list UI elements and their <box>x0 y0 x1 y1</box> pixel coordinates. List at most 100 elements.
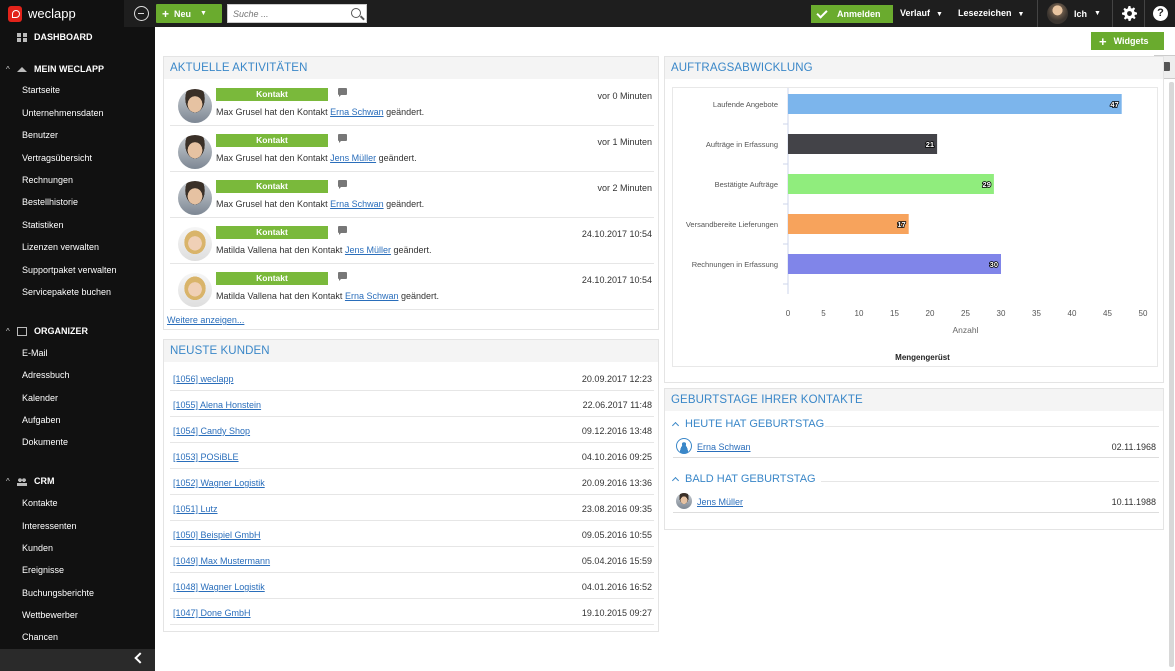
sidebar-collapse-bar[interactable] <box>0 649 155 671</box>
customer-link[interactable]: [1054] Candy Shop <box>173 426 250 436</box>
sidebar-section-title: MEIN WECLAPP <box>34 64 105 74</box>
chevron-left-icon[interactable] <box>134 652 146 664</box>
logo[interactable]: weclapp <box>0 0 124 27</box>
chevron-up-icon[interactable]: ^ <box>6 477 10 486</box>
activity-type-badge: Kontakt <box>216 134 328 147</box>
activity-type-badge: Kontakt <box>216 226 328 239</box>
sidebar-item-chancen[interactable]: Chancen <box>22 632 58 642</box>
birthday-contact-link[interactable]: Erna Schwan <box>697 442 751 452</box>
chevron-up-icon[interactable]: ^ <box>6 65 10 74</box>
sidebar-item-adressbuch[interactable]: Adressbuch <box>22 370 70 380</box>
birthday-date: 02.11.1968 <box>1111 442 1156 452</box>
customer-link[interactable]: [1053] POSiBLE <box>173 452 239 462</box>
avatar <box>676 438 692 454</box>
new-button[interactable]: + Neu ▼ <box>156 4 222 23</box>
customer-link[interactable]: [1052] Wagner Logistik <box>173 478 265 488</box>
contact-link[interactable]: Erna Schwan <box>330 199 384 209</box>
widgets-button[interactable]: + Widgets <box>1091 32 1164 50</box>
gear-icon[interactable] <box>1122 6 1137 21</box>
sidebar-item-email[interactable]: E-Mail <box>22 348 48 358</box>
customer-date: 22.06.2017 11:48 <box>582 400 652 410</box>
sidebar-item-ereignisse[interactable]: Ereignisse <box>22 565 64 575</box>
show-more-link[interactable]: Weitere anzeigen... <box>167 315 244 325</box>
birthdays-today-section[interactable]: HEUTE HAT GEBURTSTAG <box>671 418 824 430</box>
comment-icon[interactable] <box>338 134 347 143</box>
sidebar-item-wettbewerber[interactable]: Wettbewerber <box>22 610 78 620</box>
search-input[interactable] <box>228 5 343 22</box>
orders-title: AUFTRAGSABWICKLUNG <box>665 57 1163 79</box>
collapse-sidebar-icon[interactable] <box>134 6 149 21</box>
divider <box>825 426 1159 427</box>
activity-text-part: hat den Kontakt <box>262 153 331 163</box>
sidebar-item-aufgaben[interactable]: Aufgaben <box>22 415 61 425</box>
sidebar-item-kunden[interactable]: Kunden <box>22 543 53 553</box>
customer-date: 20.09.2016 13:36 <box>581 478 652 488</box>
comment-icon[interactable] <box>338 88 347 97</box>
customer-link[interactable]: [1051] Lutz <box>173 504 218 514</box>
caret-down-icon: ▼ <box>936 11 943 18</box>
sidebar-item-startseite[interactable]: Startseite <box>22 85 60 95</box>
contact-link[interactable]: Jens Müller <box>345 245 391 255</box>
sidebar-item-rechnungen[interactable]: Rechnungen <box>22 175 73 185</box>
comment-icon[interactable] <box>338 226 347 235</box>
activity-text-part: geändert. <box>376 153 417 163</box>
search-icon[interactable] <box>351 8 361 18</box>
contact-link[interactable]: Erna Schwan <box>345 291 399 301</box>
sidebar-item-statistiken[interactable]: Statistiken <box>22 220 64 230</box>
birthday-contact-link[interactable]: Jens Müller <box>697 497 743 507</box>
user-menu[interactable]: Ich ▼ <box>1047 3 1101 24</box>
comment-icon[interactable] <box>338 272 347 281</box>
help-icon[interactable]: ? <box>1153 6 1168 21</box>
sidebar-item-interessenten[interactable]: Interessenten <box>22 521 77 531</box>
activity-time: vor 1 Minuten <box>597 137 652 147</box>
sidebar-section-organizer[interactable]: ORGANIZER <box>17 326 88 336</box>
sidebar-item-unternehmensdaten[interactable]: Unternehmensdaten <box>22 108 104 118</box>
birthdays-soon-label: BALD HAT GEBURTSTAG <box>685 473 816 485</box>
scrollbar[interactable] <box>1169 82 1174 667</box>
sidebar-section-crm[interactable]: CRM <box>17 476 55 486</box>
list-item: Kontakt 24.10.2017 10:54 Matilda Vallena h… <box>170 264 654 310</box>
main-content: + Widgets AKTUELLE AKTIVITÄTEN Kontakt vo… <box>155 27 1175 671</box>
sidebar-item-buchungsberichte[interactable]: Buchungsberichte <box>22 588 94 598</box>
comment-icon[interactable] <box>338 180 347 189</box>
sidebar-item-label: DASHBOARD <box>34 32 93 42</box>
divider <box>1112 0 1113 27</box>
sidebar-item-benutzer[interactable]: Benutzer <box>22 130 58 140</box>
bookmarks-menu[interactable]: Lesezeichen ▼ <box>958 8 1024 18</box>
activity-text-part: geändert. <box>383 107 425 117</box>
x-tick-label: 0 <box>786 309 791 318</box>
customer-link[interactable]: [1049] Max Mustermann <box>173 556 270 566</box>
login-button[interactable]: Anmelden <box>811 5 893 23</box>
activity-text-part: hat den Kontakt <box>276 291 345 301</box>
table-row: [1049] Max Mustermann 05.04.2016 15:59 <box>170 547 654 573</box>
table-row: [1054] Candy Shop 09.12.2016 13:48 <box>170 417 654 443</box>
contact-link[interactable]: Jens Müller <box>330 153 376 163</box>
sidebar-item-vertragsuebersicht[interactable]: Vertragsübersicht <box>22 153 92 163</box>
chart-footer: Mengengerüst <box>895 353 950 362</box>
activity-text: Max Grusel hat den Kontakt Erna Schwan g… <box>216 107 424 117</box>
customer-link[interactable]: [1050] Beispiel GmbH <box>173 530 261 540</box>
chevron-up-icon[interactable]: ^ <box>6 327 10 336</box>
customer-link[interactable]: [1056] weclapp <box>173 374 234 384</box>
sidebar-item-lizenzen[interactable]: Lizenzen verwalten <box>22 242 99 252</box>
sidebar-item-bestellhistorie[interactable]: Bestellhistorie <box>22 197 78 207</box>
activity-time: vor 0 Minuten <box>597 91 652 101</box>
birthdays-soon-section[interactable]: BALD HAT GEBURTSTAG <box>671 473 816 485</box>
customer-date: 23.08.2016 09:35 <box>581 504 652 514</box>
list-item: Erna Schwan 02.11.1968 <box>673 436 1159 458</box>
sidebar-section-mein-weclapp[interactable]: MEIN WECLAPP <box>17 64 104 74</box>
history-menu[interactable]: Verlauf ▼ <box>900 8 943 18</box>
customer-link[interactable]: [1055] Alena Honstein <box>173 400 261 410</box>
sidebar-item-dokumente[interactable]: Dokumente <box>22 437 68 447</box>
sidebar-item-dashboard[interactable]: DASHBOARD <box>17 32 93 42</box>
contact-link[interactable]: Erna Schwan <box>330 107 384 117</box>
customer-link[interactable]: [1047] Done GmbH <box>173 608 251 618</box>
caret-down-icon: ▼ <box>1017 11 1025 18</box>
sidebar-item-kalender[interactable]: Kalender <box>22 393 58 403</box>
customer-link[interactable]: [1048] Wagner Logistik <box>173 582 265 592</box>
sidebar-item-supportpaket[interactable]: Supportpaket verwalten <box>22 265 117 275</box>
top-bar: weclapp + Neu ▼ Anmelden Verlauf ▼ Leseze… <box>0 0 1175 27</box>
activity-text: Matilda Vallena hat den Kontakt Erna Sch… <box>216 291 439 301</box>
sidebar-item-kontakte[interactable]: Kontakte <box>22 498 58 508</box>
sidebar-item-servicepakete[interactable]: Servicepakete buchen <box>22 287 111 297</box>
